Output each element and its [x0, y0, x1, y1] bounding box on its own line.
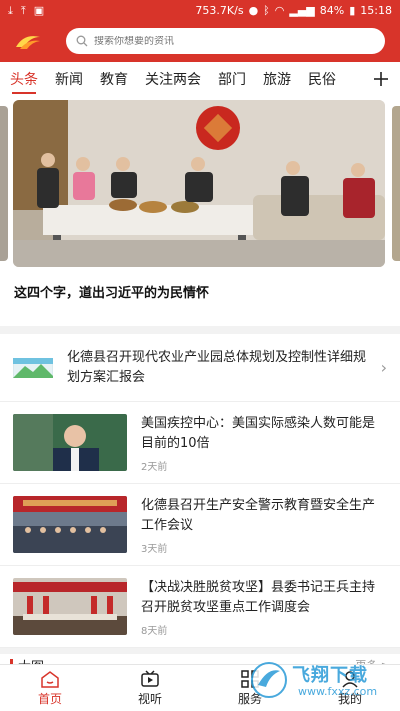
list-item[interactable]: 美国疾控中心：美国实际感染人数可能是目前的10倍 2天前 — [0, 402, 400, 484]
signal-icon: ▂▄▆ — [289, 3, 315, 17]
nav-video-label: 视听 — [137, 691, 162, 706]
news-time: 3天前 — [141, 544, 168, 555]
list-item[interactable]: 化德县召开现代农业产业园总体规划及控制性详细规划方案汇报会 › — [0, 334, 400, 402]
wifi-icon: ◠ — [274, 3, 285, 17]
banner-image[interactable] — [13, 100, 385, 267]
app-header — [0, 20, 400, 62]
tab-toutiao[interactable]: 头条 — [10, 62, 38, 96]
download-icon: ⤓ — [8, 3, 13, 17]
banner-prev-peek — [0, 106, 8, 261]
tabs-more — [350, 62, 400, 96]
bluetooth-icon: ᛒ — [263, 3, 270, 17]
watermark-url: www.fxxz.com — [298, 685, 378, 698]
tab-two-sessions[interactable]: 关注两会 — [145, 62, 201, 96]
list-item-title: 化德县召开现代农业产业园总体规划及控制性详细规划方案汇报会 — [67, 349, 367, 385]
news-feed: 化德县召开现代农业产业园总体规划及控制性详细规划方案汇报会 › 美国疾控中心：美… — [0, 334, 400, 648]
tab-departments[interactable]: 部门 — [218, 62, 246, 96]
news-time: 2天前 — [141, 462, 168, 473]
nav-home-label: 首页 — [37, 691, 62, 706]
list-item[interactable]: 化德县召开生产安全警示教育暨安全生产工作会议 3天前 — [0, 484, 400, 566]
watermark-text: 飞翔下载 — [292, 665, 368, 686]
search-bar[interactable] — [66, 28, 385, 54]
category-tabs: 头条 新闻 教育 关注两会 部门 旅游 民俗 — [0, 62, 400, 96]
list-item[interactable]: 【决战决胜脱贫攻坚】县委书记王兵主持召开脱贫攻坚重点工作调度会 8天前 — [0, 566, 400, 648]
watermark: 飞翔下载 www.fxxz.com — [250, 659, 390, 703]
add-tab-icon[interactable] — [374, 72, 388, 86]
chevron-right-icon: › — [380, 358, 387, 377]
status-bar: ⤓ ⤒ ▣ 753.7K/s ● ᛒ ◠ ▂▄▆ 84% ▮ 15:18 — [0, 0, 400, 20]
news-time: 8天前 — [141, 626, 168, 637]
watermark-logo-icon — [251, 662, 287, 698]
search-icon — [76, 35, 88, 47]
tab-news[interactable]: 新闻 — [55, 62, 83, 96]
tab-folklore[interactable]: 民俗 — [308, 62, 336, 96]
tab-tourism[interactable]: 旅游 — [263, 62, 291, 96]
banner-carousel[interactable]: 这四个字，道出习近平的为民情怀 — [0, 96, 400, 326]
news-thumbnail — [13, 496, 127, 553]
app-logo[interactable] — [14, 31, 42, 51]
battery-icon: ▮ — [349, 3, 356, 17]
location-icon: ● — [248, 3, 259, 17]
nav-video[interactable]: 视听 — [100, 665, 200, 711]
battery-percent: 84% — [319, 3, 345, 17]
network-speed: 753.7K/s — [195, 3, 244, 17]
news-title: 【决战决胜脱贫攻坚】县委书记王兵主持召开脱贫攻坚重点工作调度会 — [141, 580, 376, 615]
tab-education[interactable]: 教育 — [100, 62, 128, 96]
image-placeholder-icon — [13, 357, 53, 378]
upload-icon: ⤒ — [20, 3, 26, 17]
news-thumbnail — [13, 578, 127, 635]
home-icon — [41, 670, 59, 688]
clock: 15:18 — [360, 3, 392, 17]
news-title: 化德县召开生产安全警示教育暨安全生产工作会议 — [141, 498, 376, 533]
news-title: 美国疾控中心：美国实际感染人数可能是目前的10倍 — [141, 416, 376, 451]
banner-title[interactable]: 这四个字，道出习近平的为民情怀 — [14, 282, 209, 301]
news-thumbnail — [13, 414, 127, 471]
nav-home[interactable]: 首页 — [0, 665, 100, 711]
search-input[interactable] — [94, 35, 375, 47]
video-icon — [141, 669, 159, 687]
banner-next-peek — [392, 106, 400, 261]
image-icon: ▣ — [33, 3, 45, 17]
